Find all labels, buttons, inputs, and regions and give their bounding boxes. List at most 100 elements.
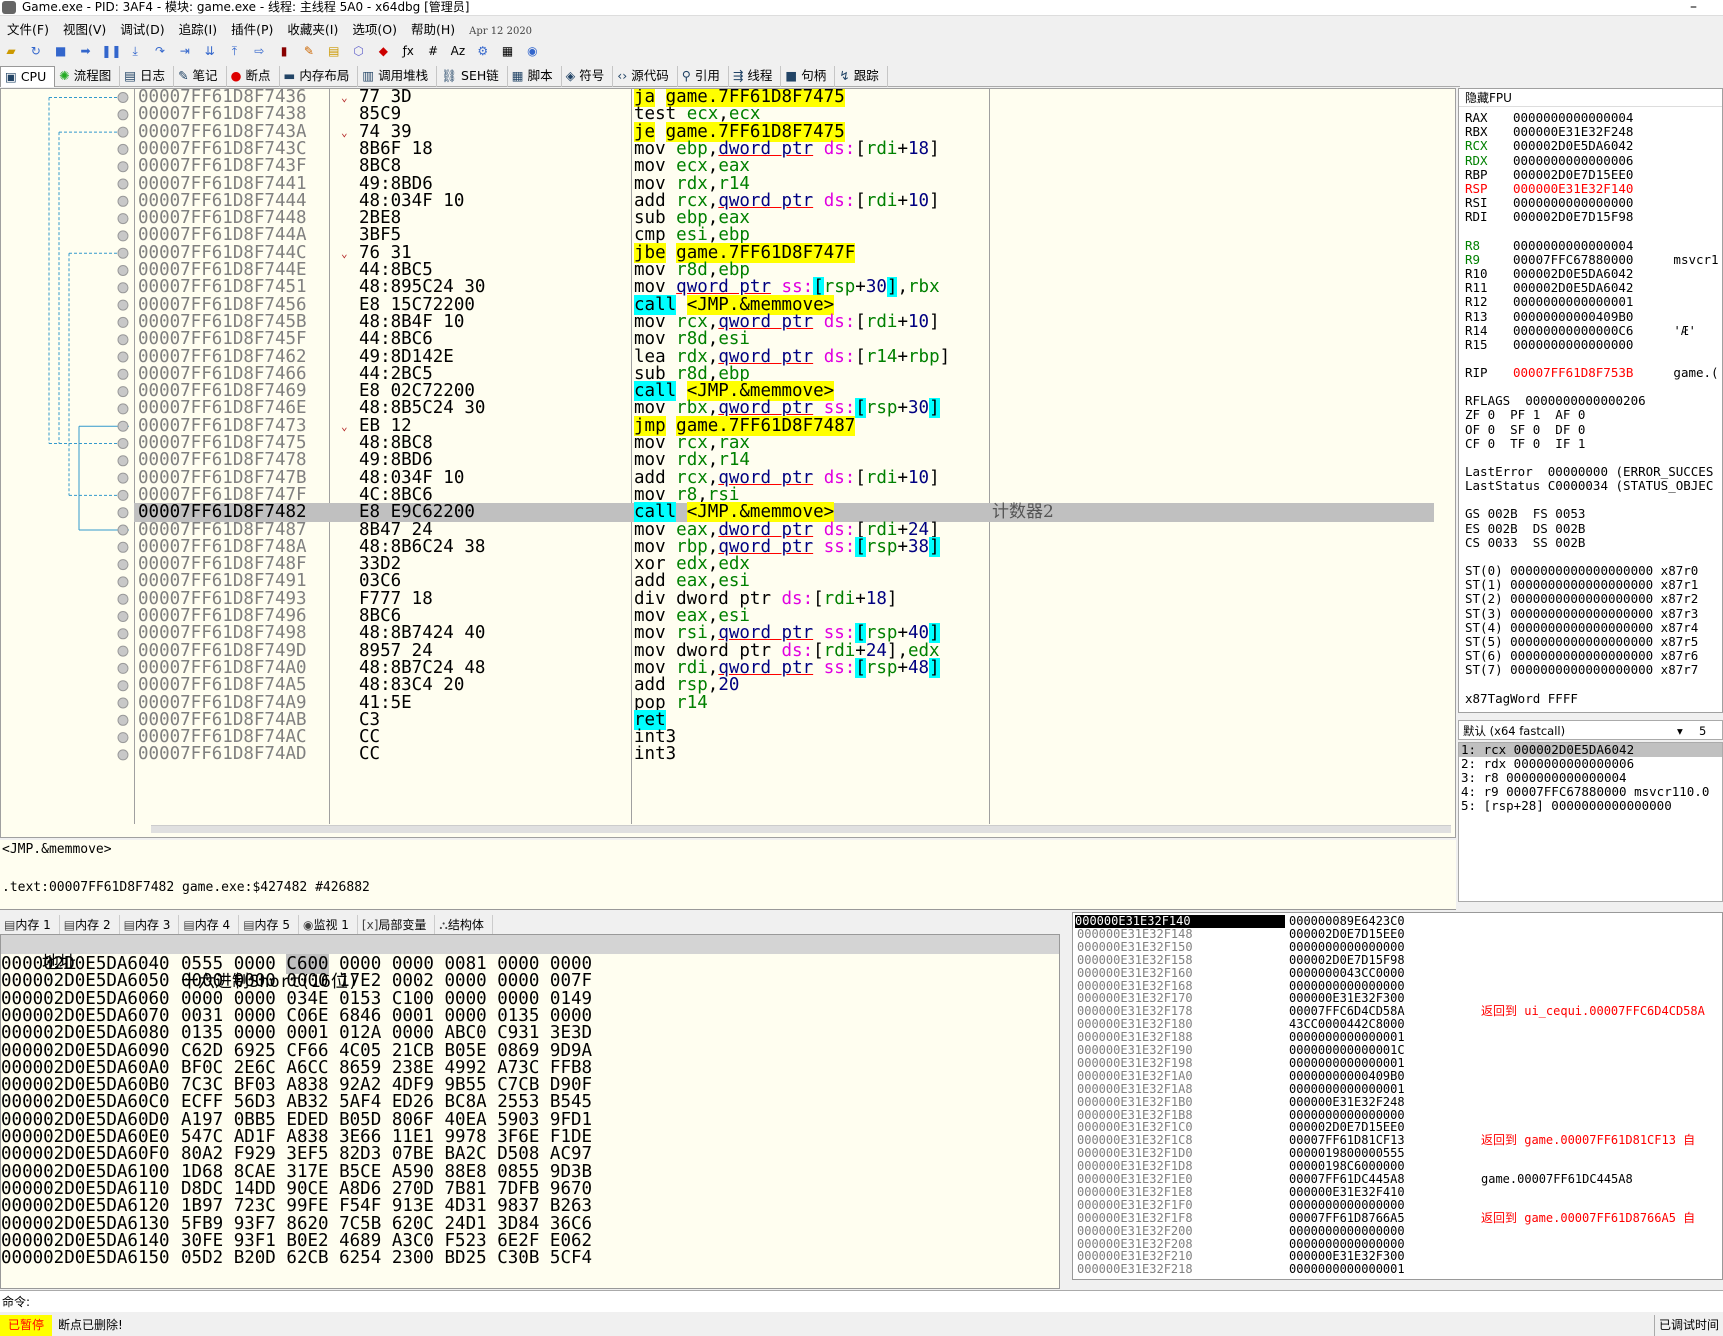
breakpoint-marker[interactable] — [117, 299, 129, 311]
tab-threads[interactable]: ⇶ 线程 — [729, 66, 782, 87]
stack-row[interactable]: 000000E31E32F218 0000000000000001 — [1073, 1263, 1722, 1276]
execute-till-return-icon[interactable]: ⤒ — [225, 42, 243, 60]
breakpoint-marker[interactable] — [117, 403, 129, 415]
tab-handles[interactable]: ■ 句柄 — [781, 66, 836, 87]
register-row[interactable]: R9 00007FFC67880000 msvcr1 — [1465, 252, 1719, 267]
breakpoint-marker[interactable] — [117, 386, 129, 398]
call-arguments-list[interactable]: 1: rcx 000002D0E5DA6042 2: rdx 0000000000… — [1458, 742, 1723, 902]
register-row[interactable]: R11 000002D0E5DA6042 — [1465, 281, 1633, 295]
dump-word[interactable]: 2300 — [392, 1248, 434, 1268]
stack-row[interactable]: 000000E31E32F198 0000000000000001 — [1073, 1056, 1722, 1070]
disasm-row[interactable]: 00007FF61D8F743C 8B6F 18 mov ebp,dword ptr… — [134, 139, 1434, 159]
breakpoint-marker[interactable] — [117, 265, 129, 276]
disasm-row[interactable]: 00007FF61D8F744C ⌄ 76 31 jbe game.7FF61D8F7… — [134, 242, 1434, 263]
hash-icon[interactable]: # — [424, 42, 442, 60]
menu-item[interactable]: 帮助(H) — [404, 20, 462, 40]
disasm-row[interactable]: 00007FF61D8F74AB C3 ret — [134, 709, 1434, 730]
stack-value[interactable]: 0000000000000001 — [1289, 1082, 1405, 1096]
stack-row[interactable]: 000000E31E32F1B0 000000E31E32F248 — [1073, 1095, 1722, 1109]
call-arg-row[interactable]: 3: r8 0000000000000004 — [1459, 771, 1722, 785]
comment-icon[interactable]: ▤ — [325, 42, 343, 60]
calling-convention-select[interactable]: 默认 (x64 fastcall) ▾ 5 — [1458, 720, 1723, 740]
disasm-row[interactable]: 00007FF61D8F7493 F777 18 div dword ptr ds:… — [134, 589, 1434, 609]
register-value[interactable]: 0000000000000001 — [1513, 294, 1633, 309]
tab-cpu[interactable]: ▣ CPU — [0, 66, 56, 87]
disasm-row[interactable]: 00007FF61D8F7448 2BE8 sub ebp,eax — [134, 209, 1434, 228]
dump-word[interactable]: 62CB — [286, 1248, 328, 1268]
breakpoint-marker[interactable] — [117, 420, 129, 432]
chevron-down-icon[interactable]: ▾ — [1677, 721, 1683, 741]
tab-trace[interactable]: ↯ 跟踪 — [835, 66, 888, 87]
tab-breakpoint[interactable]: ● 断点 — [227, 66, 280, 87]
breakpoint-marker[interactable] — [117, 126, 129, 138]
stack-value[interactable]: 000000E31E32F248 — [1289, 1095, 1405, 1109]
breakpoint-marker[interactable] — [117, 282, 129, 294]
dump-word[interactable]: B20D — [234, 1248, 276, 1268]
tab-seh[interactable]: ⛓ SEH链 — [437, 66, 508, 87]
register-value[interactable]: 000000E31E32F140 — [1513, 181, 1633, 196]
stack-value[interactable]: 00000000000409B0 — [1289, 1069, 1405, 1083]
register-value[interactable]: 000002D0E5DA6042 — [1513, 138, 1633, 153]
open-icon[interactable]: ▰ — [2, 42, 20, 60]
breakpoint-marker[interactable] — [117, 109, 129, 121]
breakpoint-marker[interactable] — [117, 611, 129, 622]
stack-row[interactable]: 000000E31E32F160 0000000043CC0000 — [1073, 966, 1722, 980]
registers-panel[interactable]: 隐藏FPU RAX 0000000000000004 RBX 000000E31E32… — [1458, 88, 1723, 713]
breakpoint-marker[interactable] — [117, 524, 129, 536]
tab-references[interactable]: ⚲ 引用 — [678, 66, 729, 87]
disasm-row[interactable]: 00007FF61D8F7475 48:8BC8 mov rcx,rax — [134, 434, 1434, 453]
disasm-row[interactable]: 00007FF61D8F74A9 41:5E pop r14 — [134, 693, 1434, 713]
stack-row[interactable]: 000000E31E32F1E8 000000E31E32F410 — [1073, 1185, 1722, 1199]
disasm-row[interactable]: 00007FF61D8F748F 33D2 xor edx,edx — [134, 555, 1434, 574]
tab-callstack[interactable]: ▥ 调用堆栈 — [358, 66, 438, 87]
tab-symbol[interactable]: ◈ 符号 — [562, 66, 614, 87]
tab-memmap[interactable]: ▬ 内存布局 — [280, 66, 359, 87]
breakpoint-marker[interactable] — [117, 628, 129, 640]
scylla-icon[interactable]: ▮ — [275, 42, 293, 60]
disassembly-view[interactable]: 00007FF61D8F7436 ⌄ 77 3D ja game.7FF61D8F74… — [0, 88, 1456, 838]
arg-count-value[interactable]: 5 — [1699, 721, 1706, 741]
register-row[interactable]: R15 0000000000000000 — [1465, 338, 1633, 352]
run-icon[interactable]: ➡ — [76, 42, 94, 60]
stack-row[interactable]: 000000E31E32F148 000002D0E7D15EE0 — [1073, 927, 1722, 941]
menu-item[interactable]: 收藏夹(I) — [280, 20, 345, 40]
menu-item[interactable]: 插件(P) — [224, 20, 280, 40]
dump-word[interactable]: 6254 — [339, 1248, 381, 1268]
disasm-row[interactable]: 00007FF61D8F7473 ⌄ EB 12 jmp game.7FF61D8F7… — [134, 415, 1434, 436]
call-arg-row[interactable]: 5: [rsp+28] 0000000000000000 — [1459, 799, 1722, 813]
breakpoint-marker[interactable] — [117, 230, 129, 242]
minimize-button[interactable]: – — [1690, 0, 1697, 15]
breakpoint-marker[interactable] — [117, 438, 129, 449]
dump-tab[interactable]: ▤ 内存 3 — [120, 915, 180, 935]
dump-word[interactable]: 5CF4 — [550, 1248, 592, 1268]
menu-item[interactable]: 选项(O) — [345, 20, 404, 40]
menu-item[interactable]: 调试(D) — [113, 20, 171, 40]
breakpoint-marker[interactable] — [117, 472, 129, 484]
stack-value[interactable]: 000000E31E32F410 — [1289, 1185, 1405, 1199]
register-row[interactable]: R12 0000000000000001 — [1465, 295, 1633, 309]
restart-icon[interactable]: ↻ — [27, 42, 45, 60]
register-row[interactable]: RDI 000002D0E7D15F98 — [1465, 210, 1633, 224]
breakpoint-marker[interactable] — [117, 247, 129, 259]
breakpoint-marker[interactable] — [117, 489, 129, 501]
register-value[interactable]: 0000000000000006 — [1513, 153, 1633, 168]
register-value[interactable]: 00007FFC67880000 — [1513, 252, 1633, 267]
stack-row[interactable]: 000000E31E32F150 0000000000000000 — [1073, 940, 1722, 954]
register-value[interactable]: 00007FF61D8F753B — [1513, 365, 1633, 380]
breakpoint-marker[interactable] — [117, 316, 129, 328]
tab-graph[interactable]: ✺ 流程图 — [55, 66, 121, 87]
disasm-row[interactable]: 00007FF61D8F7444 48:034F 10 add rcx,qword … — [134, 191, 1434, 211]
call-arg-row[interactable]: 2: rdx 0000000000000006 — [1459, 757, 1722, 771]
register-value[interactable]: 000002D0E5DA6042 — [1513, 266, 1633, 281]
breakpoint-marker[interactable] — [117, 143, 129, 155]
register-row[interactable]: R8 0000000000000004 — [1465, 238, 1633, 253]
stop-icon[interactable]: ■ — [52, 42, 70, 60]
disasm-row[interactable]: 00007FF61D8F7436 ⌄ 77 3D ja game.7FF61D8F74… — [134, 89, 1434, 107]
breakpoint-marker[interactable] — [117, 334, 129, 346]
breakpoint-marker[interactable] — [117, 645, 129, 657]
breakpoint-marker[interactable] — [117, 351, 129, 363]
tab-notes[interactable]: ✎ 笔记 — [174, 66, 227, 87]
register-row[interactable]: RBX 000000E31E32F248 — [1465, 125, 1633, 139]
pause-icon[interactable]: ❚❚ — [101, 42, 121, 60]
stack-value[interactable]: 000002D0E7D15EE0 — [1289, 927, 1405, 941]
